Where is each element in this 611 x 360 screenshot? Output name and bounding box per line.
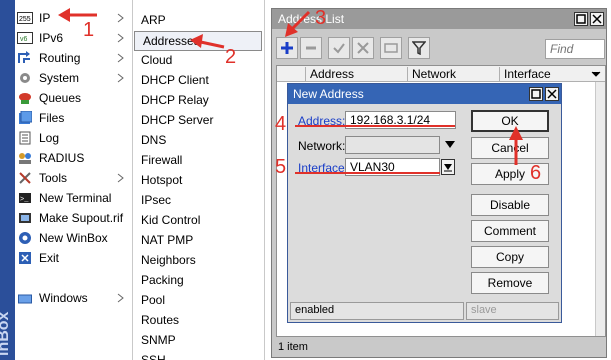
annotation-arrowhead-6 (509, 126, 523, 140)
annotation-number-5: 5 (275, 156, 287, 178)
annotation-arrowhead-1 (58, 8, 70, 22)
annotation-arrowhead-2 (190, 34, 203, 48)
annotation-number-1: 1 (83, 19, 95, 41)
annotation-number-4: 4 (275, 113, 287, 135)
annotation-number-3: 3 (315, 7, 327, 29)
annotation-number-2: 2 (225, 46, 237, 68)
annotation-number-6: 6 (530, 162, 542, 184)
annotation-overlay (58, 8, 523, 174)
